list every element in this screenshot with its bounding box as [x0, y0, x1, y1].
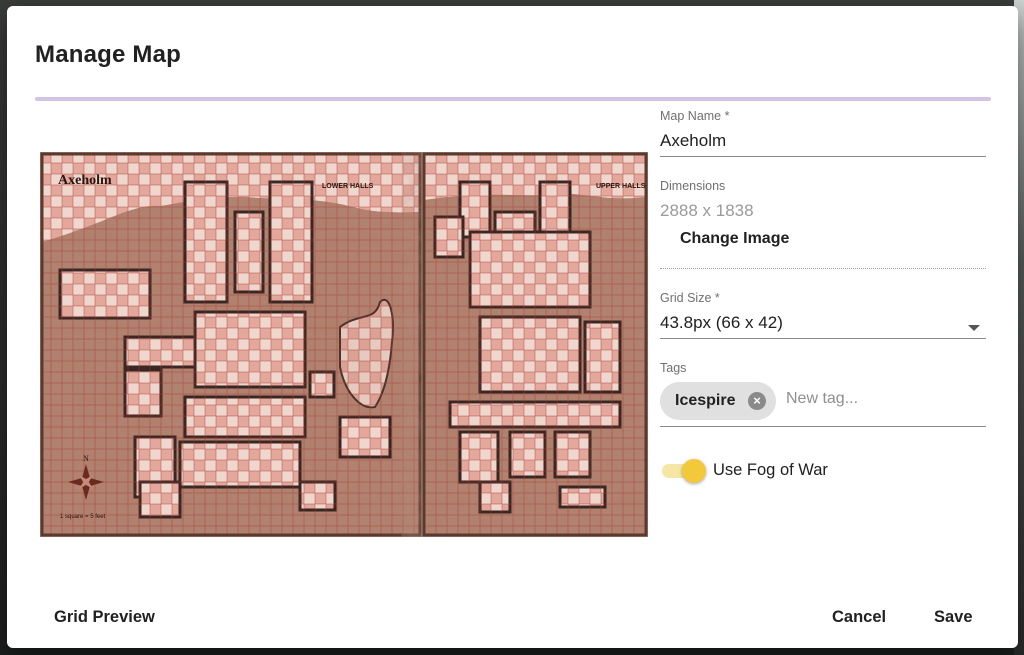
- change-image-button[interactable]: Change Image: [680, 230, 789, 248]
- map-lower-halls-label: LOWER HALLS: [322, 183, 374, 190]
- fog-of-war-label: Use Fog of War: [713, 461, 828, 479]
- tags-label: Tags: [660, 361, 687, 375]
- map-right-page: UPPER HALLS: [422, 152, 648, 537]
- map-name-input[interactable]: Axeholm: [660, 131, 726, 151]
- chevron-down-icon[interactable]: [968, 325, 980, 331]
- dimensions-label: Dimensions: [660, 179, 726, 193]
- grid-size-underline: [660, 338, 986, 339]
- map-scale-note: 1 square = 5 feet: [60, 514, 106, 520]
- tag-chip: Icespire ×: [660, 382, 776, 420]
- progress-bar: [35, 97, 991, 101]
- map-upper-halls-label: UPPER HALLS: [596, 183, 646, 190]
- map-name-underline: [660, 156, 986, 157]
- fog-of-war-toggle[interactable]: [660, 457, 706, 483]
- dimensions-value: 2888 x 1838: [660, 201, 754, 220]
- map-preview: Axeholm LOWER HALLS 1 square = 5 feet N: [40, 152, 648, 537]
- grid-preview-button[interactable]: Grid Preview: [54, 608, 155, 627]
- cancel-button[interactable]: Cancel: [832, 608, 886, 627]
- compass-letter: N: [83, 454, 89, 463]
- save-button[interactable]: Save: [934, 608, 973, 627]
- tag-chip-label: Icespire: [675, 392, 736, 409]
- close-circle-icon[interactable]: ×: [748, 392, 766, 410]
- dialog-title: Manage Map: [35, 41, 182, 68]
- map-left-page: Axeholm LOWER HALLS 1 square = 5 feet N: [40, 152, 422, 537]
- manage-map-dialog: Manage Map Axeholm LOWER HALLS 1 square …: [7, 6, 1018, 648]
- map-name-label: Map Name *: [660, 109, 730, 123]
- tags-underline: [660, 426, 986, 427]
- grid-size-select[interactable]: 43.8px (66 x 42): [660, 313, 783, 333]
- new-tag-input[interactable]: [786, 390, 976, 408]
- grid-size-label: Grid Size *: [660, 291, 720, 305]
- dimensions-divider: [660, 268, 986, 269]
- toggle-thumb: [682, 459, 706, 483]
- map-title-label: Axeholm: [58, 173, 112, 188]
